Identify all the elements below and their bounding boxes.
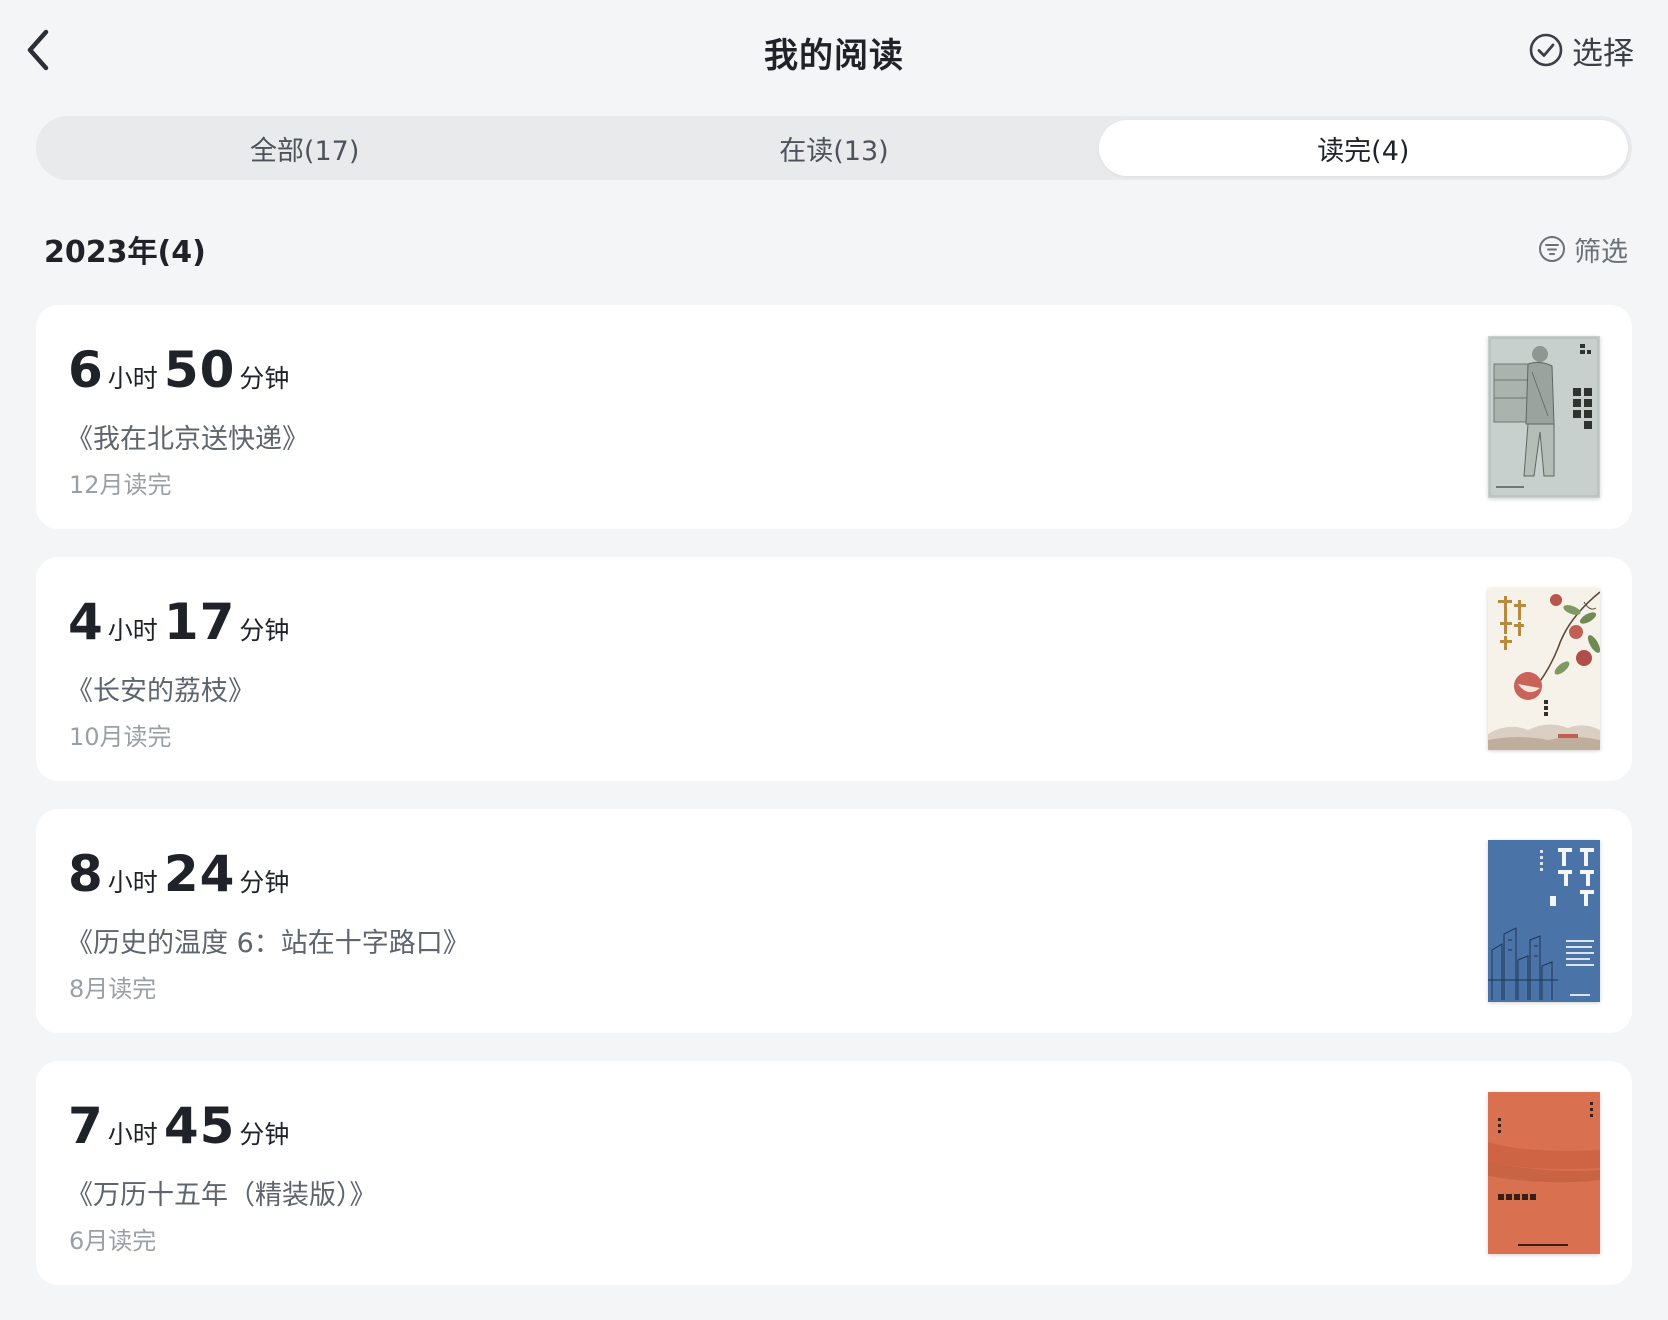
book-title: 《历史的温度 6：站在十字路口》: [66, 928, 470, 959]
book-title: 《长安的荔枝》: [66, 676, 255, 707]
filter-label: 筛选: [1574, 236, 1628, 268]
book-card[interactable]: 7 小时 45 分钟 《万历十五年（精装版）》 6月读完: [36, 1061, 1632, 1285]
reading-duration: 4 小时 17 分钟: [68, 593, 295, 653]
year-section-header: 2023年(4) 筛选: [44, 226, 1632, 272]
year-label: 2023年(4): [44, 235, 206, 270]
book-title: 《万历十五年（精装版）》: [66, 1180, 377, 1211]
book-cover: [1488, 840, 1600, 1002]
finish-date: 12月读完: [69, 471, 172, 499]
minutes-unit: 分钟: [239, 1120, 290, 1149]
hours-value: 4: [68, 593, 104, 651]
book-cover: [1488, 1092, 1600, 1254]
select-button[interactable]: 选择: [1528, 28, 1634, 72]
hours-value: 7: [68, 1097, 104, 1155]
minutes-unit: 分钟: [239, 364, 290, 393]
hours-unit: 小时: [107, 868, 158, 897]
reading-duration: 6 小时 50 分钟: [68, 341, 295, 401]
minutes-value: 45: [163, 1097, 236, 1155]
book-card[interactable]: 8 小时 24 分钟 《历史的温度 6：站在十字路口》 8月读完: [36, 809, 1632, 1033]
finish-date: 8月读完: [69, 975, 157, 1003]
hours-value: 8: [68, 845, 104, 903]
tab-reading[interactable]: 在读(13): [569, 120, 1098, 176]
filter-button[interactable]: 筛选: [1538, 230, 1628, 269]
check-circle-icon: [1529, 33, 1563, 67]
book-title: 《我在北京送快递》: [66, 424, 309, 455]
minutes-value: 17: [163, 593, 236, 651]
tab-finished[interactable]: 读完(4): [1098, 120, 1628, 176]
page-title: 我的阅读: [764, 36, 904, 76]
book-cover: [1488, 336, 1600, 498]
book-cover: [1488, 588, 1600, 750]
minutes-unit: 分钟: [239, 868, 290, 897]
finish-date: 10月读完: [69, 723, 172, 751]
minutes-unit: 分钟: [239, 616, 290, 645]
book-card[interactable]: 4 小时 17 分钟 《长安的荔枝》 10月读完: [36, 557, 1632, 781]
filter-icon: [1539, 236, 1565, 262]
reading-duration: 7 小时 45 分钟: [68, 1097, 295, 1157]
reading-duration: 8 小时 24 分钟: [68, 845, 295, 905]
minutes-value: 50: [163, 341, 236, 399]
hours-unit: 小时: [107, 1120, 158, 1149]
hours-unit: 小时: [107, 364, 158, 393]
finish-date: 6月读完: [69, 1227, 157, 1255]
book-card[interactable]: 6 小时 50 分钟 《我在北京送快递》 12月读完: [36, 305, 1632, 529]
select-label: 选择: [1572, 35, 1634, 72]
hours-unit: 小时: [107, 616, 158, 645]
minutes-value: 24: [163, 845, 236, 903]
tab-all[interactable]: 全部(17): [40, 120, 569, 176]
status-tabs: 全部(17) 在读(13) 读完(4): [36, 116, 1632, 180]
top-bar: 我的阅读 选择: [0, 0, 1668, 100]
hours-value: 6: [68, 341, 104, 399]
reading-page: 我的阅读 选择 全部(17) 在读(13) 读完(4) 2023年(4) 筛选: [0, 0, 1668, 1320]
